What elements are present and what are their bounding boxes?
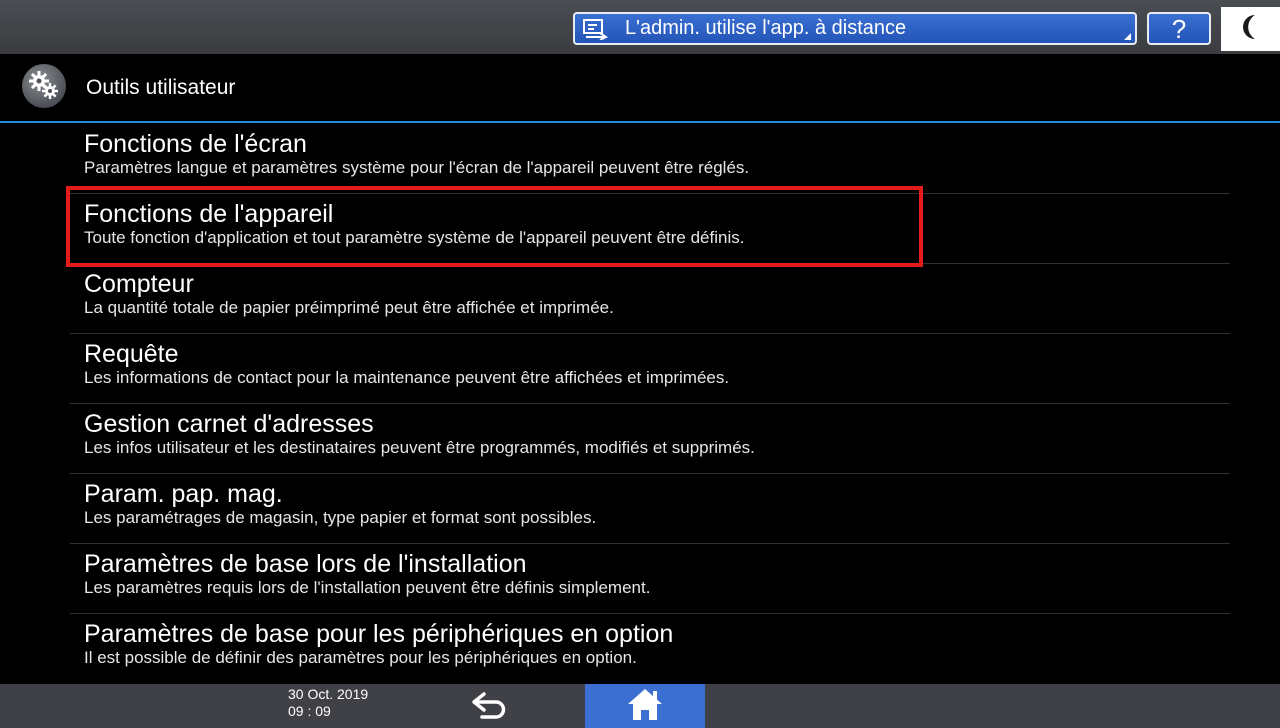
menu-item-title: Paramètres de base pour les périphérique… [84, 620, 674, 648]
date-time-display: 30 Oct. 2019 09 : 09 [288, 686, 408, 720]
menu-item-title: Requête [84, 340, 179, 368]
menu-item-option-devices-settings[interactable]: Paramètres de base pour les périphérique… [70, 614, 1280, 684]
gears-icon [22, 64, 66, 108]
help-label: ? [1171, 13, 1187, 44]
page-title: Outils utilisateur [86, 76, 236, 99]
menu-item-installation-settings[interactable]: Paramètres de base lors de l'installatio… [70, 544, 1280, 614]
home-button[interactable] [585, 684, 705, 728]
menu-item-description: Paramètres langue et paramètres système … [84, 158, 750, 177]
back-button[interactable] [455, 688, 525, 728]
menu-item-title: Gestion carnet d'adresses [84, 410, 374, 438]
energy-saver-button[interactable] [1221, 7, 1280, 51]
menu-item-title: Compteur [84, 270, 194, 298]
menu-item-title: Paramètres de base lors de l'installatio… [84, 550, 527, 578]
menu-item-inquiry[interactable]: Requête Les informations de contact pour… [70, 334, 1280, 404]
menu-item-description: Les paramètres requis lors de l'installa… [84, 578, 651, 597]
remote-operation-icon [581, 17, 611, 41]
help-button[interactable]: ? [1147, 12, 1211, 45]
menu-item-title: Fonctions de l'appareil [84, 200, 334, 228]
home-icon [625, 686, 665, 727]
date-text: 30 Oct. 2019 [288, 686, 369, 702]
title-divider [0, 121, 1280, 123]
menu-item-description: La quantité totale de papier préimprimé … [84, 298, 614, 317]
remote-operation-text: L'admin. utilise l'app. à distance [625, 17, 907, 39]
menu-item-description: Les paramétrages de magasin, type papier… [84, 508, 597, 527]
menu-item-description: Il est possible de définir des paramètre… [84, 648, 637, 667]
menu-item-description: Les informations de contact pour la main… [84, 368, 730, 387]
menu-item-title: Param. pap. mag. [84, 480, 283, 508]
menu-item-display-functions[interactable]: Fonctions de l'écran Paramètres langue e… [70, 124, 1280, 194]
menu-item-address-book[interactable]: Gestion carnet d'adresses Les infos util… [70, 404, 1280, 474]
moon-icon [1240, 13, 1262, 46]
menu-item-description: Toute fonction d'application et tout par… [84, 228, 745, 247]
back-arrow-icon [470, 690, 510, 727]
menu-item-machine-functions[interactable]: Fonctions de l'appareil Toute fonction d… [70, 194, 1280, 264]
menu-item-tray-paper-settings[interactable]: Param. pap. mag. Les paramétrages de mag… [70, 474, 1280, 544]
time-text: 09 : 09 [288, 703, 331, 719]
dropdown-corner-icon [1124, 33, 1131, 40]
menu-item-counter[interactable]: Compteur La quantité totale de papier pr… [70, 264, 1280, 334]
menu-item-title: Fonctions de l'écran [84, 130, 307, 158]
remote-operation-banner[interactable]: L'admin. utilise l'app. à distance [573, 12, 1137, 45]
menu-item-description: Les infos utilisateur et les destinatair… [84, 438, 755, 457]
